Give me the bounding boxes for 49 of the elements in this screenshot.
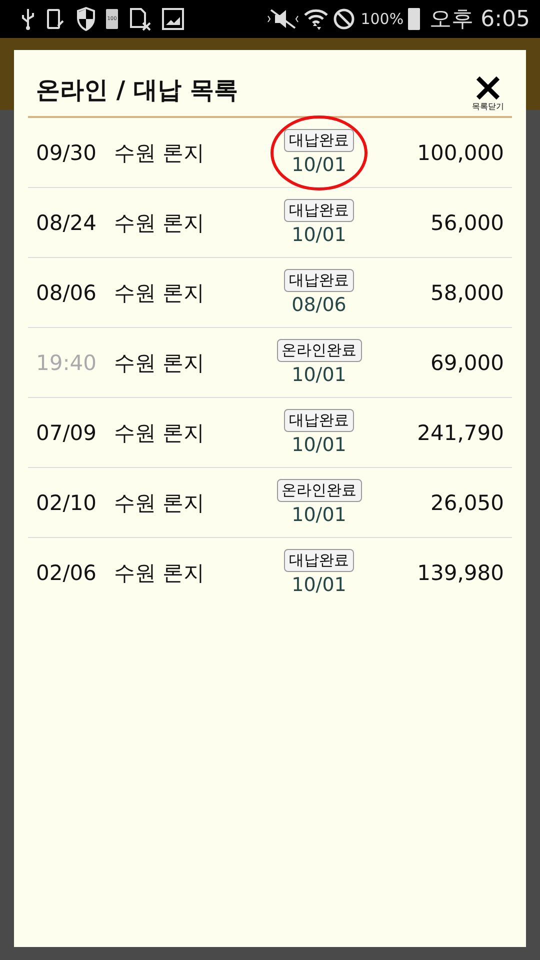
date-text: 02/10 — [36, 490, 98, 514]
mute-icon — [266, 8, 299, 30]
branch-name: 수원 론지 — [114, 560, 206, 586]
amount-text: 56,000 — [430, 210, 504, 234]
amount-text: 100,000 — [416, 140, 504, 164]
status-date: 10/01 — [292, 154, 346, 176]
date-text: 09/30 — [36, 140, 98, 164]
usb-icon — [20, 8, 36, 30]
status-button[interactable]: 대납완료 — [284, 549, 354, 572]
status-button[interactable]: 대납완료 — [284, 199, 354, 222]
clock: 오후 6:05 — [430, 6, 530, 34]
branch-name: 수원 론지 — [114, 350, 206, 376]
status-date: 10/01 — [292, 504, 346, 526]
amount-text: 26,050 — [430, 490, 504, 514]
status-button[interactable]: 대납완료 — [284, 409, 354, 432]
date-text: 08/24 — [36, 210, 98, 234]
battery-percent: 100% — [360, 10, 404, 28]
amount-text: 139,980 — [416, 560, 504, 584]
amount-text: 69,000 — [430, 350, 504, 374]
device-icon — [46, 8, 66, 30]
status-button[interactable]: 대납완료 — [284, 129, 354, 152]
status-button[interactable]: 온라인완료 — [276, 339, 362, 362]
status-button[interactable]: 온라인완료 — [276, 479, 362, 502]
branch-name: 수원 론지 — [114, 280, 206, 306]
close-button[interactable]: 목록닫기 — [472, 75, 504, 112]
amount-text: 241,790 — [416, 420, 504, 444]
status-date: 10/01 — [292, 224, 346, 246]
branch-name: 수원 론지 — [114, 420, 206, 446]
status-button[interactable]: 대납완료 — [284, 269, 354, 292]
dialog-title: 온라인 / 대납 목록 — [36, 75, 238, 106]
date-text: 07/09 — [36, 420, 98, 444]
branch-name: 수원 론지 — [114, 490, 206, 516]
date-text: 02/06 — [36, 560, 98, 584]
status-date: 10/01 — [292, 574, 346, 596]
battery-icon — [408, 8, 420, 30]
block-icon — [332, 8, 355, 30]
branch-name: 수원 론지 — [114, 210, 206, 236]
image-icon — [162, 8, 184, 30]
status-date: 10/01 — [292, 364, 346, 386]
date-text: 19:40 — [36, 350, 98, 374]
status-date: 08/06 — [292, 294, 346, 316]
shield-icon — [76, 7, 96, 31]
date-text: 08/06 — [36, 280, 98, 304]
status-date: 10/01 — [292, 434, 346, 456]
branch-name: 수원 론지 — [114, 140, 206, 166]
close-icon — [475, 75, 501, 101]
wifi-icon — [302, 7, 329, 31]
amount-text: 58,000 — [430, 280, 504, 304]
sim-card-icon — [128, 7, 152, 31]
